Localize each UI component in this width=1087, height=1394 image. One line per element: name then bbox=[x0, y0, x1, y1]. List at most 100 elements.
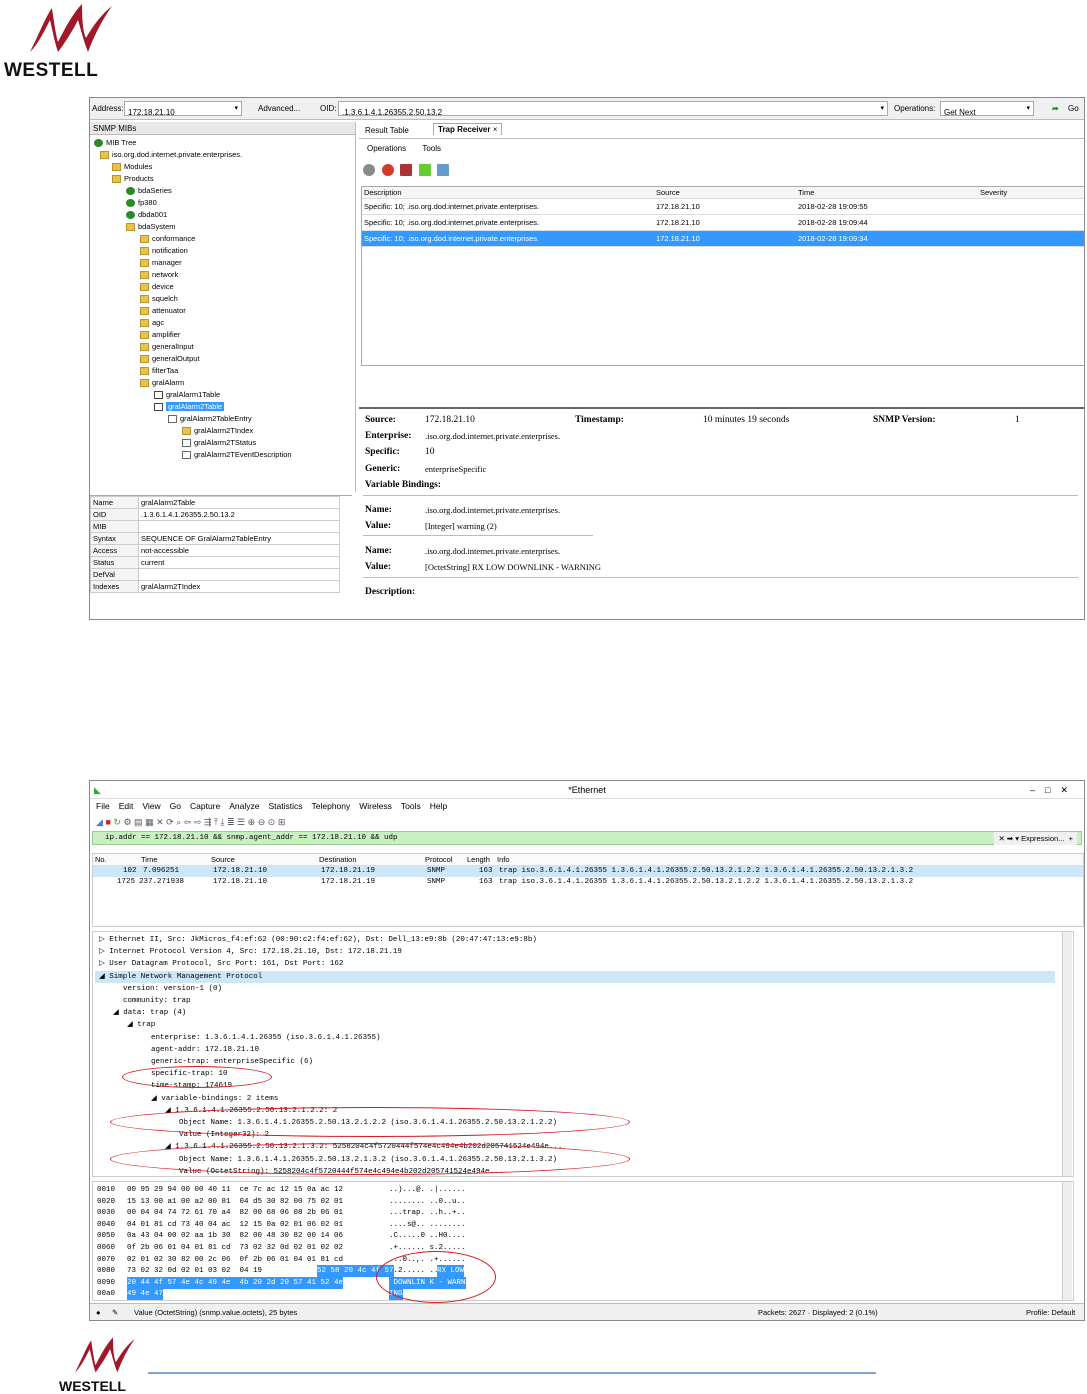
tree-node[interactable]: MIB Tree bbox=[94, 137, 136, 148]
last-packet-icon[interactable]: ⤓ bbox=[220, 817, 224, 827]
tree-node[interactable]: bdaSeries bbox=[126, 185, 172, 196]
tree-node[interactable]: filterTaa bbox=[140, 365, 178, 376]
window-controls[interactable]: –□✕ bbox=[1030, 781, 1078, 799]
menu-item[interactable]: Wireless bbox=[359, 801, 392, 811]
hex-bytes[interactable]: 15 13 00 a1 00 a2 00 81 04 d5 30 82 00 7… bbox=[127, 1196, 343, 1208]
options-icon[interactable]: ⚙ bbox=[123, 817, 131, 827]
export-icon[interactable] bbox=[418, 164, 431, 176]
menu-item[interactable]: Tools bbox=[401, 801, 421, 811]
col-description[interactable]: Description bbox=[364, 188, 402, 197]
tree-node[interactable]: gralAlarm2Table bbox=[154, 401, 225, 412]
detail-row[interactable]: ◢ variable-bindings: 2 items bbox=[151, 1093, 278, 1105]
tree-node[interactable]: amplifier bbox=[140, 329, 180, 340]
col-destination[interactable]: Destination bbox=[319, 855, 357, 864]
detail-row[interactable]: agent-addr: 172.18.21.10 bbox=[151, 1044, 259, 1056]
tree-node[interactable]: gralAlarm2TStatus bbox=[182, 437, 256, 448]
detail-row[interactable]: ▷ Ethernet II, Src: JkMicros_f4:ef:62 (0… bbox=[99, 934, 537, 946]
tree-node[interactable]: Products bbox=[112, 173, 154, 184]
go-arrow-icon[interactable]: ➦ bbox=[1052, 104, 1059, 113]
settings-icon[interactable] bbox=[437, 164, 450, 176]
col-no[interactable]: No. bbox=[95, 855, 107, 864]
col-protocol[interactable]: Protocol bbox=[425, 855, 453, 864]
hex-ascii[interactable]: ........ ..0..u.. bbox=[389, 1196, 466, 1208]
tree-node[interactable]: notification bbox=[140, 245, 188, 256]
detail-row[interactable]: community: trap bbox=[123, 995, 191, 1007]
advanced-button[interactable]: Advanced... bbox=[258, 104, 300, 113]
menu-item[interactable]: Help bbox=[430, 801, 447, 811]
tree-node[interactable]: gralAlarm1Table bbox=[154, 389, 220, 400]
detail-row[interactable]: ◢ trap bbox=[127, 1019, 155, 1031]
zoom-reset-icon[interactable]: ⊙ bbox=[268, 817, 276, 827]
details-scrollbar[interactable] bbox=[1062, 932, 1072, 1176]
table-row[interactable]: Specific: 10; .iso.org.dod.internet.priv… bbox=[362, 199, 1084, 215]
col-severity[interactable]: Severity bbox=[980, 188, 1007, 197]
table-row-selected[interactable]: Specific: 10; .iso.org.dod.internet.priv… bbox=[362, 231, 1084, 247]
tree-node[interactable]: gralAlarm2TIndex bbox=[182, 425, 253, 436]
property-row[interactable]: OID .1.3.6.1.4.1.26355.2.50.13.2 bbox=[90, 508, 340, 521]
autoscroll-icon[interactable]: ≣ bbox=[227, 817, 235, 827]
colorize-icon[interactable]: ☰ bbox=[237, 817, 245, 827]
menu-tools[interactable]: Tools bbox=[422, 144, 441, 153]
tree-node[interactable]: iso.org.dod.internet.private.enterprises… bbox=[100, 149, 242, 160]
tab-result-table[interactable]: Result Table bbox=[365, 126, 409, 135]
first-packet-icon[interactable]: ⤒ bbox=[214, 817, 218, 827]
property-row[interactable]: Name gralAlarm2Table bbox=[90, 496, 340, 509]
property-row[interactable]: MIB bbox=[90, 520, 340, 533]
tree-node[interactable]: dbda001 bbox=[126, 209, 167, 220]
go-to-packet-icon[interactable]: ⇶ bbox=[204, 817, 212, 827]
tree-node[interactable]: manager bbox=[140, 257, 182, 268]
expression-button[interactable]: ✕ ➡ ▾ Expression... + bbox=[994, 832, 1077, 845]
menu-item[interactable]: Analyze bbox=[229, 801, 259, 811]
detail-row[interactable]: enterprise: 1.3.6.1.4.1.26355 (iso.3.6.1… bbox=[151, 1032, 381, 1044]
hex-bytes[interactable]: 0f 2b 06 01 04 01 81 cd 73 02 32 0d 02 0… bbox=[127, 1242, 343, 1254]
col-info[interactable]: Info bbox=[497, 855, 510, 864]
tree-node[interactable]: gralAlarm bbox=[140, 377, 184, 388]
forward-icon[interactable]: ⇨ bbox=[194, 817, 202, 827]
menu-item[interactable]: Go bbox=[170, 801, 181, 811]
property-row[interactable]: DefVal bbox=[90, 568, 340, 581]
hex-bytes-highlight[interactable]: 20 44 4f 57 4e 4c 49 4e 4b 20 2d 20 57 4… bbox=[127, 1276, 344, 1289]
resize-columns-icon[interactable]: ⊞ bbox=[278, 817, 286, 827]
hex-bytes-highlight[interactable]: 49 4e 47 bbox=[127, 1288, 164, 1301]
hex-bytes[interactable]: 00 04 04 74 72 61 70 a4 82 00 68 06 08 2… bbox=[127, 1207, 343, 1219]
packet-row[interactable]: 1725 237.271938 172.18.21.10 172.18.21.19 SN… bbox=[93, 877, 1083, 888]
menu-item[interactable]: Capture bbox=[190, 801, 220, 811]
detail-row[interactable]: ◢ Simple Network Management Protocol bbox=[95, 970, 1055, 983]
hex-ascii[interactable]: ..)...@. .|...... bbox=[389, 1184, 466, 1196]
hex-ascii[interactable]: ....s@.. ........ bbox=[389, 1219, 466, 1231]
tree-node[interactable]: generalInput bbox=[140, 341, 194, 352]
clear-icon[interactable] bbox=[400, 164, 413, 176]
address-combo[interactable]: 172.18.21.10 ▾ bbox=[124, 101, 242, 117]
oid-combo[interactable]: .1.3.6.1.4.1.26355.2.50.13.2 ▾ bbox=[338, 101, 888, 117]
status-profile[interactable]: Profile: Default bbox=[1026, 1304, 1075, 1320]
tree-node[interactable]: fp380 bbox=[126, 197, 157, 208]
tree-node[interactable]: conformance bbox=[140, 233, 195, 244]
tree-node[interactable]: Modules bbox=[112, 161, 152, 172]
start-capture-icon[interactable]: ◢ bbox=[96, 817, 103, 827]
close-file-icon[interactable]: ✕ bbox=[156, 817, 164, 827]
hex-bytes[interactable]: 00 95 29 94 00 00 40 11 ce 7c ac 12 15 0… bbox=[127, 1184, 343, 1196]
tree-node[interactable]: squelch bbox=[140, 293, 178, 304]
start-icon[interactable] bbox=[363, 164, 375, 176]
tree-node[interactable]: network bbox=[140, 269, 178, 280]
stop-icon[interactable] bbox=[381, 164, 394, 176]
zoom-in-icon[interactable]: ⊕ bbox=[248, 817, 256, 827]
detail-row[interactable]: ▷ User Datagram Protocol, Src Port: 161,… bbox=[99, 958, 343, 970]
reload-icon[interactable]: ⟳ bbox=[166, 817, 174, 827]
save-file-icon[interactable]: ▦ bbox=[145, 817, 154, 827]
go-button[interactable]: Go bbox=[1068, 104, 1079, 113]
open-file-icon[interactable]: ▤ bbox=[134, 817, 143, 827]
tree-node[interactable]: generalOutput bbox=[140, 353, 200, 364]
menu-item[interactable]: File bbox=[96, 801, 110, 811]
menu-item[interactable]: Telephony bbox=[312, 801, 351, 811]
hex-bytes[interactable]: 04 01 81 cd 73 40 04 ac 12 15 0a 02 01 0… bbox=[127, 1219, 343, 1231]
hex-ascii[interactable]: .C.....0 ..H0.... bbox=[389, 1230, 466, 1242]
back-icon[interactable]: ⇦ bbox=[184, 817, 192, 827]
col-time[interactable]: Time bbox=[141, 855, 157, 864]
zoom-out-icon[interactable]: ⊖ bbox=[258, 817, 266, 827]
menu-item[interactable]: View bbox=[142, 801, 160, 811]
hex-bytes[interactable]: 02 01 02 30 82 00 2c 06 0f 2b 06 01 04 0… bbox=[127, 1254, 343, 1266]
property-row[interactable]: Syntax SEQUENCE OF GralAlarm2TableEntry bbox=[90, 532, 340, 545]
table-row[interactable]: Specific: 10; .iso.org.dod.internet.priv… bbox=[362, 215, 1084, 231]
tree-node[interactable]: gralAlarm2TableEntry bbox=[168, 413, 252, 424]
